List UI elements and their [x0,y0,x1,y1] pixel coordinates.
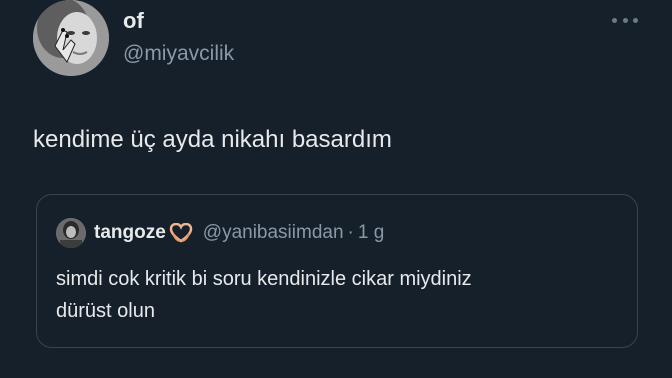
quoted-separator: · [347,222,354,243]
heart-hands-icon [169,222,193,243]
tweet-text: kendime üç ayda nikahı basardım [33,126,392,153]
avatar-image [33,0,109,76]
quoted-handle[interactable]: @yanibasiimdan [203,221,344,245]
quoted-author-avatar[interactable] [56,218,86,248]
author-display-name[interactable]: of [123,8,144,34]
author-avatar[interactable] [33,0,109,76]
quoted-header: tangoze @yanibasiimdan · 1 g [94,221,384,245]
quoted-timestamp[interactable]: 1 g [358,221,384,245]
quoted-text-line: dürüst olun [56,300,155,322]
quoted-tweet-text: simdi cok kritik bi soru kendinizle cika… [56,263,616,327]
quoted-display-name[interactable]: tangoze [94,221,166,245]
more-dot [633,17,638,23]
more-dot [622,17,628,23]
more-icon[interactable] [612,13,638,27]
quoted-tweet[interactable]: tangoze @yanibasiimdan · 1 g simdi cok k… [36,194,638,348]
tweet-card: of @miyavcilik kendime üç ayda nikahı ba… [0,0,672,378]
quoted-text-line: simdi cok kritik bi soru kendinizle cika… [56,268,472,290]
author-handle[interactable]: @miyavcilik [123,41,234,67]
more-dot [612,17,617,23]
quoted-avatar-image [56,218,86,248]
